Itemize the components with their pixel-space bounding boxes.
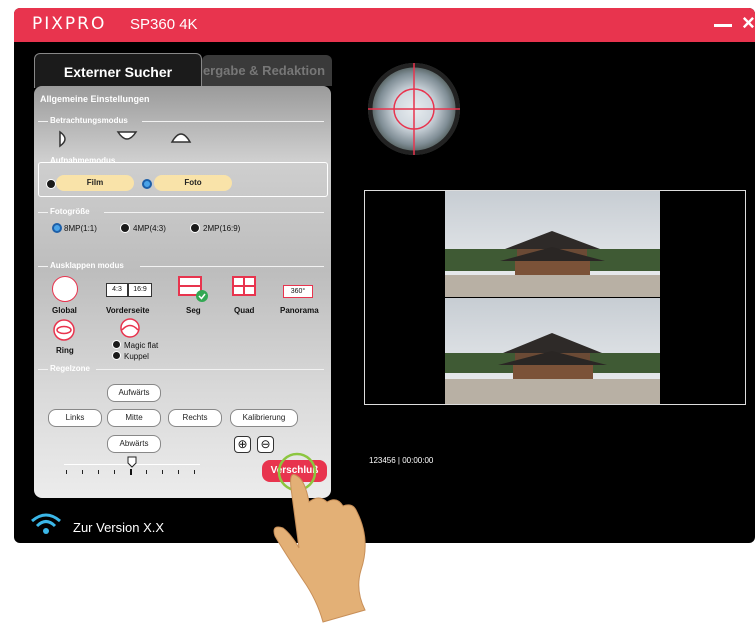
- slider-tick: [114, 470, 115, 474]
- seg-mode-label: Seg: [186, 306, 201, 315]
- control-zone-title: Regelzone: [50, 364, 91, 373]
- photo-radio[interactable]: [142, 179, 152, 189]
- viewing-mode-title: Betrachtungsmodus: [50, 116, 128, 125]
- quad-mode-icon[interactable]: [232, 276, 256, 296]
- size-8mp-label: 8MP(1:1): [64, 224, 97, 233]
- brand-logo: PIXPRO: [32, 14, 107, 34]
- film-option[interactable]: Film: [56, 175, 134, 191]
- fisheye-preview: [368, 63, 460, 155]
- divider: [38, 369, 48, 370]
- tap-hand-icon: [273, 452, 366, 623]
- front-mode-label: Vorderseite: [106, 306, 150, 315]
- wall-mount-view-icon[interactable]: [56, 130, 76, 148]
- quad-mode-label: Quad: [234, 306, 255, 315]
- global-mode-label: Global: [52, 306, 77, 315]
- wifi-icon: [31, 513, 61, 534]
- right-button[interactable]: Rechts: [168, 409, 222, 427]
- global-mode-icon[interactable]: [52, 276, 78, 302]
- dome-unfold-icon[interactable]: [118, 318, 142, 338]
- settings-panel: Allgemeine Einstellungen Betrachtungsmod…: [34, 86, 331, 498]
- size-4mp-label: 4MP(4:3): [133, 224, 166, 233]
- close-button[interactable]: ×: [742, 10, 755, 36]
- up-button[interactable]: Aufwärts: [107, 384, 161, 402]
- divider: [38, 266, 48, 267]
- slider-tick: [146, 470, 147, 474]
- divider: [142, 121, 324, 122]
- version-link[interactable]: Zur Version X.X: [73, 520, 164, 535]
- ratio-16-9-button[interactable]: 16:9: [128, 283, 152, 297]
- center-button[interactable]: Mitte: [107, 409, 161, 427]
- slider-tick: [130, 469, 132, 475]
- zoom-in-icon[interactable]: ⊕: [234, 436, 251, 453]
- size-2mp-radio[interactable]: [190, 223, 200, 233]
- slider-tick: [66, 470, 67, 474]
- video-preview: [364, 190, 746, 405]
- slider-tick: [194, 470, 195, 474]
- ring-mode-label: Ring: [56, 346, 74, 355]
- slider-tick: [178, 470, 179, 474]
- panorama-mode-icon[interactable]: 360°: [283, 285, 313, 298]
- divider: [140, 266, 324, 267]
- seg-mode-icon[interactable]: [178, 276, 210, 304]
- down-button[interactable]: Abwärts: [107, 435, 161, 453]
- size-4mp-radio[interactable]: [120, 223, 130, 233]
- capture-mode-title: Aufnahmemodus: [50, 156, 116, 165]
- general-settings-title: Allgemeine Einstellungen: [40, 94, 150, 104]
- film-radio[interactable]: [46, 179, 56, 189]
- panorama-mode-label: Panorama: [280, 306, 319, 315]
- left-button[interactable]: Links: [48, 409, 102, 427]
- slider-tick: [82, 470, 83, 474]
- dome-radio[interactable]: [112, 351, 121, 360]
- photo-option[interactable]: Foto: [154, 175, 232, 191]
- slider-tick: [162, 470, 163, 474]
- minimize-button[interactable]: [714, 24, 732, 27]
- size-2mp-label: 2MP(16:9): [203, 224, 241, 233]
- title-bar: PIXPRO SP360 4K ×: [14, 8, 755, 42]
- photo-size-title: Fotogröße: [50, 207, 90, 216]
- calibrate-button[interactable]: Kalibrierung: [230, 409, 298, 427]
- dome-view-icon[interactable]: [170, 130, 192, 144]
- tab-external-viewfinder[interactable]: Externer Sucher: [34, 53, 202, 88]
- divider: [38, 212, 48, 213]
- divider: [104, 212, 324, 213]
- slider-handle[interactable]: [127, 456, 137, 468]
- ratio-4-3-button[interactable]: 4:3: [106, 283, 128, 297]
- ring-mode-icon[interactable]: [52, 318, 76, 342]
- magic-flat-label: Magic flat: [124, 341, 159, 350]
- divider: [38, 121, 48, 122]
- magic-flat-radio[interactable]: [112, 340, 121, 349]
- unfold-mode-title: Ausklappen modus: [50, 261, 124, 270]
- model-name: SP360 4K: [130, 16, 198, 33]
- tab-playback-edit[interactable]: Wiedergabe & Redaktion: [202, 55, 332, 86]
- slider-tick: [98, 470, 99, 474]
- temple-photo: [445, 191, 660, 404]
- size-8mp-radio[interactable]: [52, 223, 62, 233]
- divider: [96, 369, 324, 370]
- dome-label: Kuppel: [124, 352, 149, 361]
- table-mount-view-icon[interactable]: [116, 130, 138, 144]
